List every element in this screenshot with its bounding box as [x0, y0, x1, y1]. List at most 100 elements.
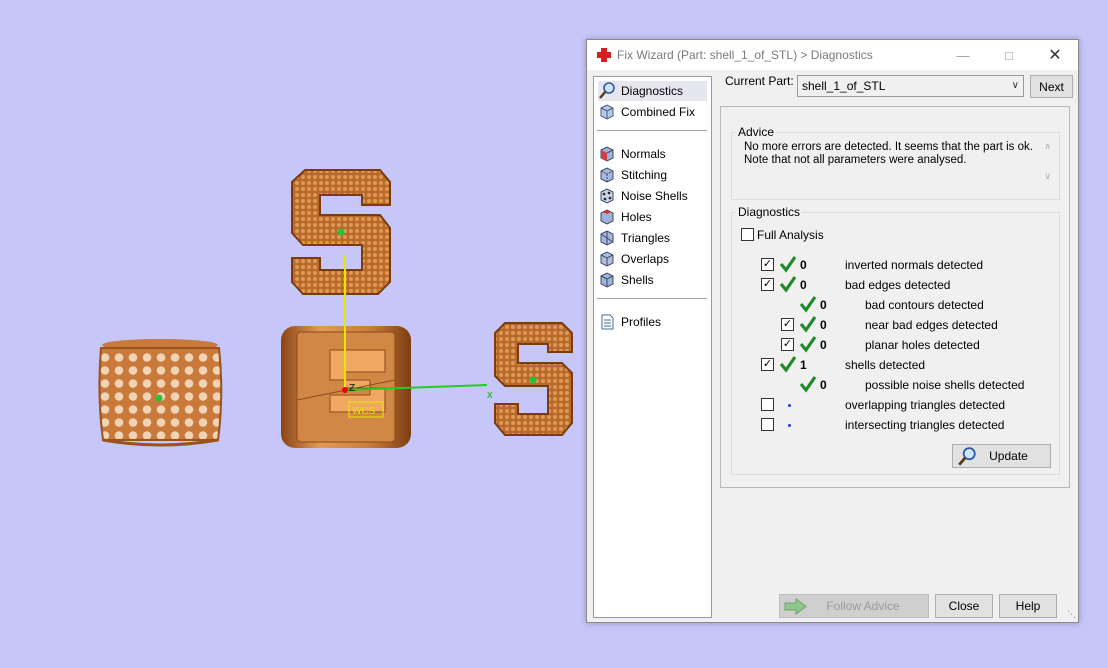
current-part-select[interactable]: shell_1_of_STL ∨ — [797, 75, 1024, 97]
nav-label: Normals — [621, 147, 666, 161]
pave-letter-s-top[interactable] — [291, 169, 391, 295]
planar-holes-checkbox[interactable]: ✓ — [781, 338, 794, 351]
inverted-normals-count: 0 — [800, 258, 807, 272]
full-analysis-label: Full Analysis — [757, 228, 824, 242]
noise-shells-label: possible noise shells detected — [865, 378, 1025, 392]
honeycomb-ring-part[interactable] — [98, 339, 223, 447]
scroll-up-icon[interactable]: ∧ — [1044, 141, 1051, 152]
advice-text: No more errors are detected. It seems th… — [744, 141, 1044, 167]
help-button[interactable]: Help — [999, 594, 1057, 618]
magnifier-icon — [958, 447, 976, 466]
nav-label: Holes — [621, 210, 652, 224]
planar-holes-label: planar holes detected — [865, 338, 980, 352]
pave-letter-s-right[interactable] — [494, 322, 573, 436]
close-button-label: Close — [948, 599, 980, 613]
arrow-right-icon — [784, 598, 807, 615]
chevron-down-icon: ∨ — [1011, 80, 1019, 91]
diagnostics-frame: Advice No more errors are detected. It s… — [720, 106, 1070, 488]
scroll-down-icon[interactable]: ∨ — [1044, 171, 1051, 182]
advice-line-1: No more errors are detected. It seems th… — [744, 141, 1033, 153]
green-check-icon — [799, 296, 817, 313]
nav-item-diagnostics[interactable]: Diagnostics — [598, 81, 707, 101]
noise-shells-icon — [600, 188, 614, 204]
update-button-label: Update — [989, 449, 1028, 463]
advice-line-2: Note that not all parameters were analys… — [744, 154, 967, 166]
follow-advice-label: Follow Advice — [826, 599, 900, 613]
advice-group: Advice No more errors are detected. It s… — [731, 125, 1060, 200]
close-icon[interactable]: ✕ — [1032, 40, 1078, 70]
overlaps-cube-icon — [600, 251, 614, 267]
nav-label: Noise Shells — [621, 189, 688, 203]
pending-dot-icon — [788, 424, 791, 427]
nav-label: Triangles — [621, 231, 670, 245]
advice-title: Advice — [736, 125, 777, 139]
triangles-cube-icon — [600, 230, 614, 246]
nav-label: Diagnostics — [621, 84, 684, 98]
planar-holes-count: 0 — [820, 338, 827, 352]
green-check-icon — [779, 356, 797, 373]
nav-item-holes[interactable]: Holes — [598, 207, 652, 227]
near-bad-edges-checkbox[interactable]: ✓ — [781, 318, 794, 331]
title-bar[interactable]: Fix Wizard (Part: shell_1_of_STL) > Diag… — [587, 40, 1078, 70]
follow-advice-button[interactable]: Follow Advice — [779, 594, 929, 618]
axis-z-label: Z — [349, 383, 355, 394]
intersecting-triangles-label: intersecting triangles detected — [845, 418, 1005, 432]
nav-item-triangles[interactable]: Triangles — [598, 228, 670, 248]
nav-item-noise-shells[interactable]: Noise Shells — [598, 186, 688, 206]
nav-item-overlaps[interactable]: Overlaps — [598, 249, 669, 269]
full-analysis-checkbox[interactable] — [741, 228, 754, 241]
nav-label: Combined Fix — [621, 105, 696, 119]
magnifier-icon — [599, 82, 615, 99]
nav-item-stitching[interactable]: Stitching — [598, 165, 667, 185]
bad-edges-label: bad edges detected — [845, 278, 951, 292]
inverted-normals-label: inverted normals detected — [845, 258, 984, 272]
resize-grip-icon[interactable]: ⋱ — [1067, 609, 1076, 620]
current-part-label: Current Part: — [725, 74, 794, 88]
nav-label: Profiles — [621, 315, 662, 329]
near-bad-edges-count: 0 — [820, 318, 827, 332]
shells-label: shells detected — [845, 358, 926, 372]
green-check-icon — [799, 316, 817, 333]
current-part-value: shell_1_of_STL — [802, 79, 886, 93]
near-bad-edges-label: near bad edges detected — [865, 318, 998, 332]
green-check-icon — [779, 256, 797, 273]
nav-separator — [597, 298, 707, 299]
wizard-nav-panel: Diagnostics Combined Fix Normals Stitchi… — [593, 76, 712, 618]
nav-item-profiles[interactable]: Profiles — [598, 312, 661, 332]
nav-item-combined-fix[interactable]: Combined Fix — [598, 102, 695, 122]
overlapping-triangles-label: overlapping triangles detected — [845, 398, 1006, 412]
next-button[interactable]: Next — [1030, 75, 1073, 98]
green-check-icon — [779, 276, 797, 293]
minimize-icon[interactable]: — — [940, 40, 986, 70]
shells-cube-icon — [600, 272, 614, 288]
diagnostics-group: Diagnostics Full Analysis ✓ 0 inverted n… — [731, 205, 1060, 475]
normals-cube-icon — [600, 146, 614, 162]
nav-separator — [597, 130, 707, 131]
bad-edges-count: 0 — [800, 278, 807, 292]
close-button[interactable]: Close — [935, 594, 993, 618]
shells-count: 1 — [800, 358, 807, 372]
nav-label: Stitching — [621, 168, 668, 182]
help-button-label: Help — [1015, 599, 1041, 613]
intersecting-triangles-checkbox[interactable] — [761, 418, 774, 431]
maximize-icon[interactable]: □ — [986, 40, 1032, 70]
nav-item-shells[interactable]: Shells — [598, 270, 654, 290]
noise-shells-count: 0 — [820, 378, 827, 392]
stitching-cube-icon — [600, 167, 614, 183]
wcs-label: WCS — [352, 406, 376, 417]
inverted-normals-checkbox[interactable]: ✓ — [761, 258, 774, 271]
update-button[interactable]: Update — [952, 444, 1051, 468]
green-check-icon — [799, 376, 817, 393]
overlapping-triangles-checkbox[interactable] — [761, 398, 774, 411]
fix-wizard-window: Fix Wizard (Part: shell_1_of_STL) > Diag… — [586, 39, 1079, 623]
diagnostics-title: Diagnostics — [736, 205, 803, 219]
nav-label: Overlaps — [621, 252, 670, 266]
shells-checkbox[interactable]: ✓ — [761, 358, 774, 371]
pending-dot-icon — [788, 404, 791, 407]
window-title: Fix Wizard (Part: shell_1_of_STL) > Diag… — [617, 48, 873, 62]
nav-item-normals[interactable]: Normals — [598, 144, 666, 164]
bad-contours-label: bad contours detected — [865, 298, 984, 312]
bad-edges-checkbox[interactable]: ✓ — [761, 278, 774, 291]
holes-cube-icon — [600, 209, 614, 225]
axis-x-label: x — [487, 389, 493, 401]
